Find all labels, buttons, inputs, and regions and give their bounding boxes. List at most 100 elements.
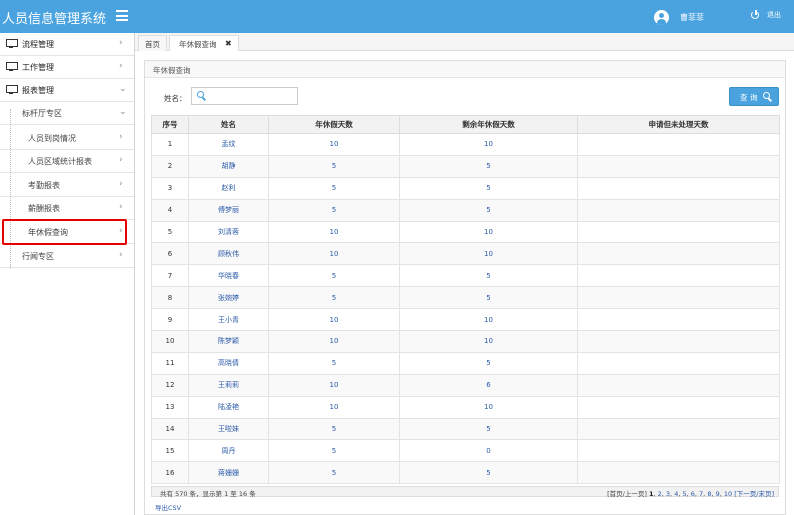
sidebar-item-benchmark[interactable]: 标杆厅专区 ⌄	[0, 102, 134, 125]
table-cell: 13	[151, 395, 189, 419]
table-row[interactable]: 9 王小青 10 10	[151, 308, 780, 332]
user-name: 曹菲菲	[680, 12, 704, 22]
query-button[interactable]: 查 询	[729, 87, 779, 106]
table-row[interactable]: 4 傅梦丽 5 5	[151, 198, 780, 222]
table-cell: 刘清蓉	[188, 220, 269, 244]
sidebar-item-attendance-status[interactable]: 人员到岗情况 ›	[0, 127, 134, 150]
tab-home[interactable]: 首页	[138, 35, 167, 51]
table-cell: 5	[399, 198, 578, 222]
table-cell: 5	[399, 417, 578, 441]
pager-page-link[interactable]: 10	[724, 490, 732, 498]
pagination: [首页/上一页] 1, 2, 3, 4, 5, 6, 7, 8, 9, 10 […	[607, 490, 774, 498]
chevron-right-icon: ›	[119, 179, 123, 189]
table-cell: 10	[399, 133, 578, 156]
pager-page-link[interactable]: 7	[699, 490, 703, 498]
column-header[interactable]: 年休假天数	[268, 115, 400, 134]
table-cell: 顾秋伟	[188, 242, 269, 266]
sidebar-item-annual-leave[interactable]: 年休假查询 ›	[0, 221, 134, 244]
table-cell: 7	[151, 264, 189, 288]
pager-page-link[interactable]: 2	[658, 490, 662, 498]
table-row[interactable]: 14 王啦妹 5 5	[151, 417, 780, 441]
table-row[interactable]: 7 华晓春 5 5	[151, 264, 780, 288]
pager-page-link[interactable]: 8	[707, 490, 711, 498]
table-cell: 王啦妹	[188, 417, 269, 441]
table-cell: 10	[399, 395, 578, 419]
hamburger-menu-icon[interactable]	[116, 10, 128, 21]
table-row[interactable]: 6 顾秋伟 10 10	[151, 242, 780, 266]
table-cell: 孟纹	[188, 133, 269, 156]
chevron-down-icon: ⌄	[119, 84, 127, 94]
pager-page-link[interactable]: 3	[666, 490, 670, 498]
panel-header: 年休假查询	[145, 61, 785, 78]
monitor-icon	[6, 85, 18, 94]
sidebar-item-checkin-report[interactable]: 考勤报表 ›	[0, 174, 134, 197]
avatar-icon	[654, 9, 669, 25]
table-row[interactable]: 2 胡静 5 5	[151, 154, 780, 178]
table-cell: 赵利	[188, 176, 269, 200]
sidebar-item-reports[interactable]: 报表管理 ⌄	[0, 79, 134, 102]
sidebar-item-region-report[interactable]: 人员区域统计报表 ›	[0, 150, 134, 173]
content-panel: 年休假查询 姓名： 查 询 序号 姓名 年休假天数 剩余年休假天数 申请但未处理…	[144, 60, 786, 515]
pager-page-link[interactable]: 6	[691, 490, 695, 498]
sidebar-item-label: 考勤报表	[28, 181, 60, 190]
table-row[interactable]: 11 高晓倩 5 5	[151, 351, 780, 375]
table-cell: 胡静	[188, 154, 269, 178]
table-cell: 5	[399, 154, 578, 178]
table-cell: 5	[268, 198, 400, 222]
user-menu[interactable]: 曹菲菲	[654, 9, 704, 25]
table-row[interactable]: 5 刘清蓉 10 10	[151, 220, 780, 244]
column-header[interactable]: 序号	[151, 115, 189, 134]
table-row[interactable]: 8 张婉婷 5 5	[151, 286, 780, 310]
table-cell: 5	[268, 417, 400, 441]
table-cell: 周丹	[188, 439, 269, 463]
table-row[interactable]: 10 陈梦颖 10 10	[151, 330, 780, 353]
pager-page-link[interactable]: 9	[716, 490, 720, 498]
table-cell: 10	[268, 395, 400, 419]
table-row[interactable]: 13 陆凌艳 10 10	[151, 395, 780, 419]
close-icon[interactable]: ✖	[225, 39, 232, 48]
top-header: 人员信息管理系统 曹菲菲 退出	[0, 0, 794, 33]
table-cell	[577, 417, 780, 441]
chevron-right-icon: ›	[119, 61, 123, 71]
pager-page-link[interactable]: 5	[682, 490, 686, 498]
search-label: 姓名：	[164, 94, 187, 103]
chevron-right-icon: ›	[119, 132, 123, 142]
chevron-right-icon: ›	[119, 202, 123, 212]
export-csv-link[interactable]: 导出CSV	[155, 502, 181, 512]
table-cell: 6	[399, 373, 578, 397]
logout-button[interactable]: 退出	[751, 10, 781, 20]
sidebar-item-label: 工作管理	[22, 63, 54, 72]
table-cell	[577, 330, 780, 353]
sidebar-item-news[interactable]: 行闻专区 ›	[0, 245, 134, 268]
table-cell: 8	[151, 286, 189, 310]
column-header[interactable]: 姓名	[188, 115, 269, 134]
table-cell: 王小青	[188, 308, 269, 332]
table-cell: 高晓倩	[188, 351, 269, 375]
tab-annual-leave[interactable]: 年休假查询 ✖	[169, 35, 239, 51]
table-cell	[577, 439, 780, 463]
sidebar-item-label: 报表管理	[22, 86, 54, 95]
pager-first-prev[interactable]: [首页/上一页]	[607, 490, 647, 498]
table-footer: 共有 570 条，显示第 1 至 16 条 [首页/上一页] 1, 2, 3, …	[151, 486, 779, 498]
monitor-icon	[6, 62, 18, 71]
sidebar-item-process[interactable]: 流程管理 ›	[0, 33, 134, 56]
sidebar-item-salary-report[interactable]: 薪酬报表 ›	[0, 197, 134, 220]
column-header[interactable]: 申请但未处理天数	[577, 115, 780, 134]
table-cell	[577, 154, 780, 178]
table-row[interactable]: 1 孟纹 10 10	[151, 133, 780, 156]
sidebar-item-work[interactable]: 工作管理 ›	[0, 56, 134, 79]
table-cell: 10	[268, 133, 400, 156]
table-row[interactable]: 12 王莉莉 10 6	[151, 373, 780, 397]
table-cell: 陈梦颖	[188, 330, 269, 353]
table-cell: 10	[399, 330, 578, 353]
sidebar-item-label: 人员区域统计报表	[28, 157, 92, 166]
table-row[interactable]: 3 赵利 5 5	[151, 176, 780, 200]
table-row[interactable]: 15 周丹 5 0	[151, 439, 780, 463]
table-cell: 5	[268, 351, 400, 375]
table-row[interactable]: 16 蒋姗姗 5 5	[151, 461, 780, 485]
column-header[interactable]: 剩余年休假天数	[399, 115, 578, 134]
pager-page-link[interactable]: 4	[674, 490, 678, 498]
name-search-input[interactable]	[191, 87, 298, 105]
table-cell: 5	[268, 264, 400, 288]
pager-next-last[interactable]: [下一页/末页]	[734, 490, 774, 498]
